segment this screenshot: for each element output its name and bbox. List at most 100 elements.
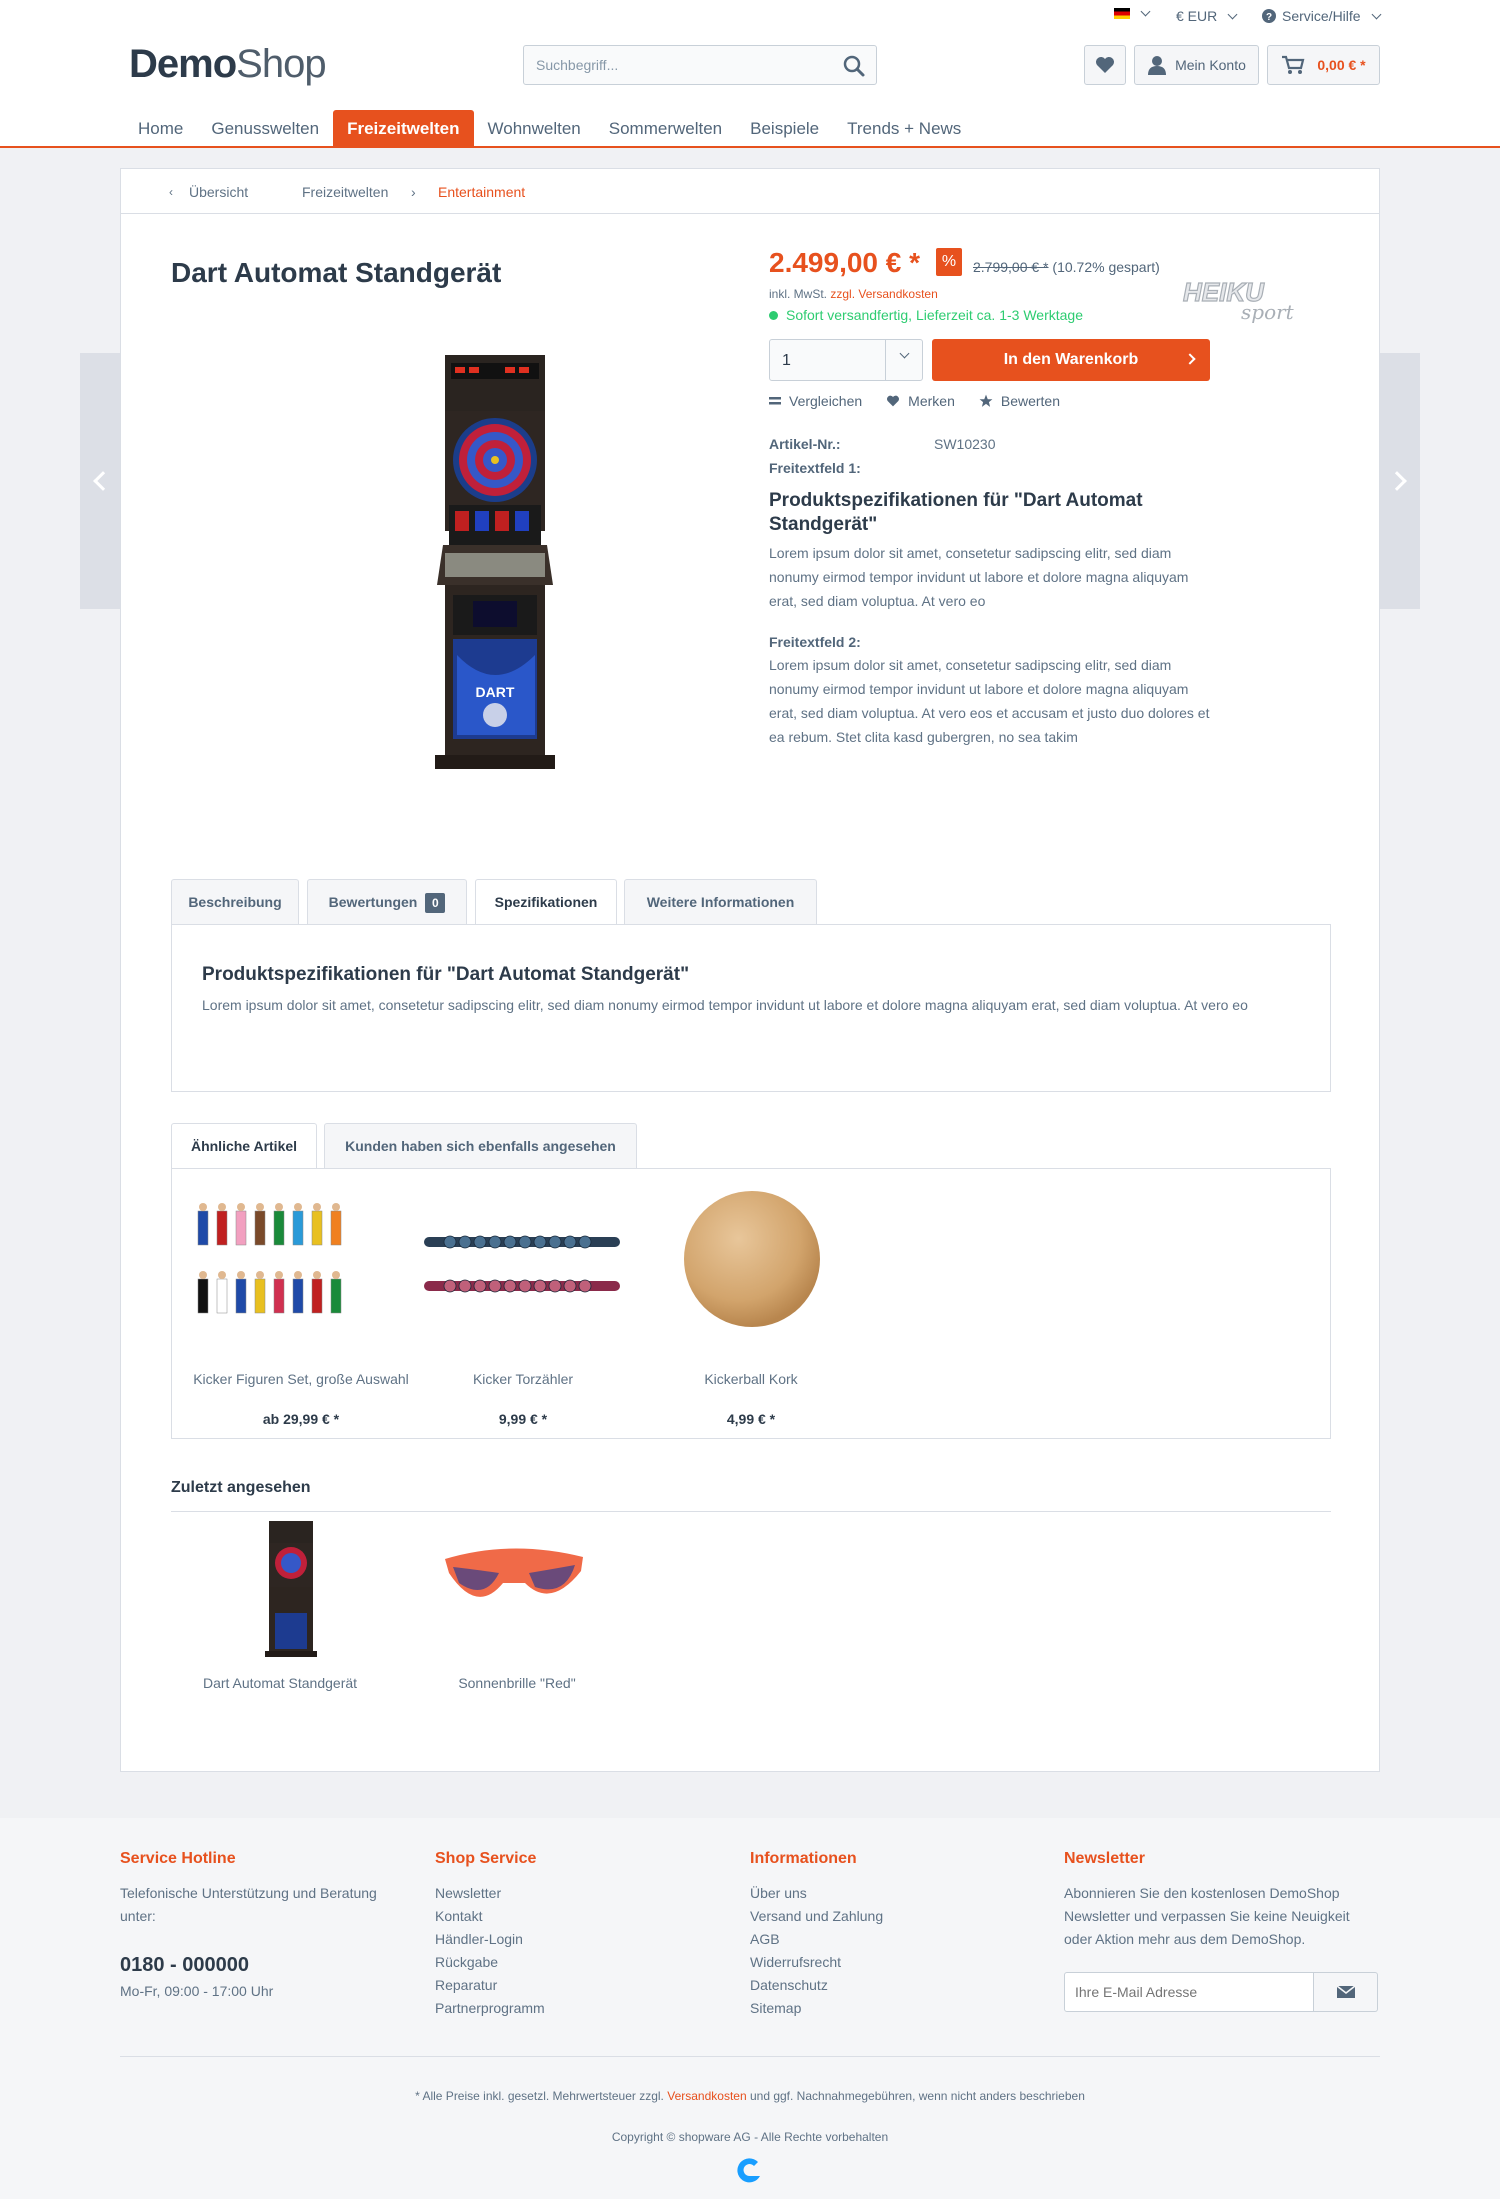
nav-item-beispiele[interactable]: Beispiele <box>736 110 833 147</box>
previous-product-arrow[interactable] <box>80 353 120 609</box>
header: € EUR ? Service/Hilfe DemoShop Mein Kont… <box>0 0 1500 148</box>
search-input[interactable] <box>524 46 824 84</box>
product-name[interactable]: Kicker Figuren Set, große Auswahl <box>192 1369 410 1389</box>
nav-item-home[interactable]: Home <box>124 110 197 147</box>
main-navigation: Home Genusswelten Freizeitwelten Wohnwel… <box>124 110 975 147</box>
wishlist-button[interactable] <box>1084 45 1126 85</box>
article-no-value: SW10230 <box>934 436 996 452</box>
rate-action[interactable]: Bewerten <box>979 393 1060 409</box>
account-button[interactable]: Mein Konto <box>1134 45 1259 85</box>
footer-info-heading: Informationen <box>750 1850 857 1867</box>
delivery-status: Sofort versandfertig, Lieferzeit ca. 1-3… <box>769 307 1083 323</box>
cork-ball-image[interactable] <box>682 1189 822 1329</box>
product-card-kicker-figuren[interactable] <box>192 1191 350 1351</box>
footer-link-datenschutz[interactable]: Datenschutz <box>750 1974 828 1997</box>
tab-similar-articles[interactable]: Ähnliche Artikel <box>171 1123 317 1169</box>
heart-icon <box>887 395 900 407</box>
footer-link-newsletter[interactable]: Newsletter <box>435 1882 501 1905</box>
footer-link-kontakt[interactable]: Kontakt <box>435 1905 482 1928</box>
review-count-badge: 0 <box>425 893 446 913</box>
hotline-hours: Mo-Fr, 09:00 - 17:00 Uhr <box>120 1983 274 1999</box>
tab-also-viewed[interactable]: Kunden haben sich ebenfalls angesehen <box>324 1123 637 1168</box>
divider <box>885 340 886 380</box>
shipping-link[interactable]: Versandkosten <box>667 2089 746 2103</box>
breadcrumb-entertainment[interactable]: Entertainment <box>438 184 525 200</box>
language-switcher[interactable] <box>1114 6 1151 19</box>
savings-text: (10.72% gespart) <box>1052 259 1160 275</box>
hotline-number[interactable]: 0180 - 000000 <box>120 1954 249 1977</box>
recently-viewed-heading: Zuletzt angesehen <box>171 1479 311 1496</box>
product-name[interactable]: Kicker Torzähler <box>414 1369 632 1389</box>
nav-item-trends-news[interactable]: Trends + News <box>833 110 975 147</box>
price-note-suffix: und ggf. Nachnahmegebühren, wenn nicht a… <box>749 2089 1085 2103</box>
footer-link-haendler-login[interactable]: Händler-Login <box>435 1928 523 1951</box>
german-flag-icon <box>1114 8 1130 19</box>
quantity-select[interactable]: 1 <box>769 339 923 381</box>
compare-action[interactable]: Vergleichen <box>769 393 862 409</box>
recent-item-name[interactable]: Dart Automat Standgerät <box>171 1673 389 1693</box>
old-price-block: 2.799,00 € * (10.72% gespart) <box>973 259 1160 275</box>
cart-button[interactable]: 0,00 € * <box>1267 45 1380 85</box>
freetext2-label: Freitextfeld 2: <box>769 634 861 650</box>
chevron-left-icon: ‹ <box>169 185 173 199</box>
tab-beschreibung[interactable]: Beschreibung <box>171 879 299 924</box>
product-title: Dart Automat Standgerät <box>171 257 502 288</box>
freetext2-text: Lorem ipsum dolor sit amet, consetetur s… <box>769 657 1210 745</box>
footer-link-versand[interactable]: Versand und Zahlung <box>750 1905 883 1928</box>
search-icon[interactable] <box>842 54 866 78</box>
newsletter-submit-button[interactable] <box>1314 1972 1378 2012</box>
currency-switcher[interactable]: € EUR <box>1176 8 1238 24</box>
brand-logo[interactable]: HEIKU sport <box>1181 269 1311 331</box>
tab-bewertungen[interactable]: Bewertungen 0 <box>307 879 467 924</box>
panel-text: Lorem ipsum dolor sit amet, consetetur s… <box>202 997 1248 1013</box>
product-name[interactable]: Kickerball Kork <box>642 1369 860 1389</box>
tab-spezifikationen[interactable]: Spezifikationen <box>475 879 617 925</box>
product-price: 2.499,00 € * <box>769 247 921 278</box>
shipping-costs-link[interactable]: zzgl. Versandkosten <box>830 287 937 301</box>
shop-logo[interactable]: DemoShop <box>129 42 327 87</box>
footer-link-partnerprogramm[interactable]: Partnerprogramm <box>435 1997 545 2020</box>
recent-sunglasses-image[interactable] <box>441 1539 587 1623</box>
breadcrumb-freizeitwelten[interactable]: Freizeitwelten <box>302 184 388 200</box>
product-image[interactable]: DART <box>435 355 575 775</box>
rate-label: Bewerten <box>1000 393 1061 409</box>
footer-link-ueber-uns[interactable]: Über uns <box>750 1882 807 1905</box>
nav-item-wohnwelten[interactable]: Wohnwelten <box>474 110 595 147</box>
divider <box>171 1511 1331 1512</box>
newsletter-email-input[interactable] <box>1064 1972 1314 2012</box>
nav-item-sommerwelten[interactable]: Sommerwelten <box>595 110 736 147</box>
tax-note-prefix: inkl. MwSt. <box>769 287 828 301</box>
tab-weitere-informationen[interactable]: Weitere Informationen <box>624 879 817 924</box>
footer-link-reparatur[interactable]: Reparatur <box>435 1974 497 1997</box>
remember-action[interactable]: Merken <box>886 393 955 409</box>
next-product-arrow[interactable] <box>1380 353 1420 609</box>
nav-item-freizeitwelten[interactable]: Freizeitwelten <box>333 110 474 147</box>
recent-item-name[interactable]: Sonnenbrille "Red" <box>408 1673 626 1693</box>
spec-heading: Produktspezifikationen für "Dart Automat… <box>769 490 1143 535</box>
delivery-text: Sofort versandfertig, Lieferzeit ca. 1-3… <box>786 307 1083 323</box>
shopware-logo-icon[interactable] <box>736 2156 764 2184</box>
help-icon: ? <box>1262 9 1276 23</box>
freetext1-label: Freitextfeld 1: <box>769 460 861 476</box>
chevron-left-icon <box>93 471 113 491</box>
breadcrumb-back[interactable]: Übersicht <box>189 184 248 200</box>
service-menu[interactable]: ? Service/Hilfe <box>1262 8 1382 24</box>
panel-heading: Produktspezifikationen für "Dart Automat… <box>202 964 690 985</box>
price-note-prefix: * Alle Preise inkl. gesetzl. Mehrwertste… <box>415 2089 664 2103</box>
tab-bewertungen-label: Bewertungen <box>328 894 418 910</box>
kicker-figures-image <box>197 1203 342 1314</box>
add-to-cart-label: In den Warenkorb <box>1003 351 1139 368</box>
footer-link-agb[interactable]: AGB <box>750 1928 780 1951</box>
recent-dart-image[interactable] <box>263 1521 319 1659</box>
footer-link-widerrufsrecht[interactable]: Widerrufsrecht <box>750 1951 841 1974</box>
currency-label: € EUR <box>1176 8 1218 24</box>
add-to-cart-button[interactable]: In den Warenkorb <box>932 339 1210 381</box>
kicker-goal-counter-image[interactable] <box>422 1219 622 1309</box>
footer-link-rueckgabe[interactable]: Rückgabe <box>435 1951 498 1974</box>
nav-item-genusswelten[interactable]: Genusswelten <box>197 110 333 147</box>
account-label: Mein Konto <box>1175 57 1246 73</box>
product-detail: ‹ Übersicht Freizeitwelten › Entertainme… <box>120 168 1380 1772</box>
footer-link-sitemap[interactable]: Sitemap <box>750 1997 801 2020</box>
tab-panel-spezifikationen: Produktspezifikationen für "Dart Automat… <box>171 924 1331 1092</box>
svg-text:sport: sport <box>1241 300 1295 324</box>
